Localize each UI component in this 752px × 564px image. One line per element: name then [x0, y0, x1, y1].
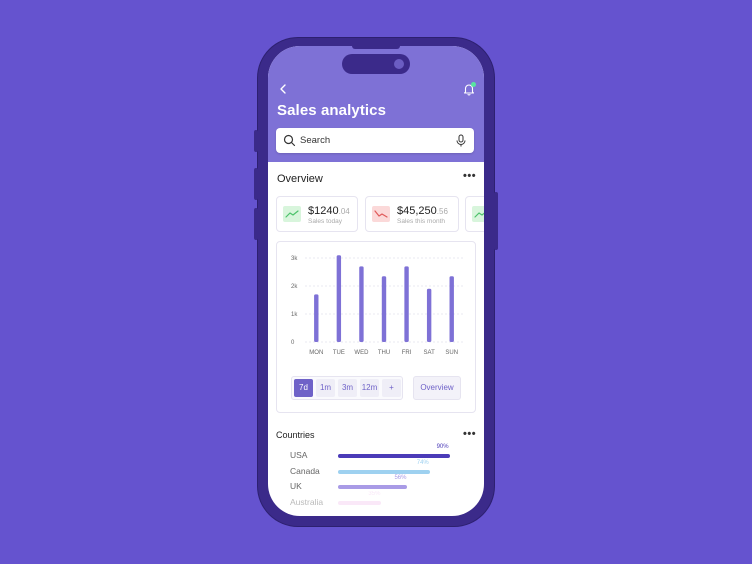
- stat-card-today[interactable]: $1240.04 Sales today: [276, 196, 358, 232]
- country-progress-bar: [338, 485, 408, 489]
- chart-bar-tue[interactable]: [336, 255, 342, 342]
- country-percent: 35%: [368, 490, 381, 497]
- range-selector: 7d 1m 3m 12m +: [291, 376, 403, 400]
- overview-button[interactable]: Overview: [413, 376, 461, 400]
- y-tick-label: 0: [291, 340, 295, 346]
- range-add-button[interactable]: +: [382, 379, 401, 397]
- chart-bar-sat[interactable]: [426, 288, 432, 342]
- page-title: Sales analytics: [277, 102, 387, 119]
- x-tick-label: THU: [378, 350, 390, 356]
- stat-label: Sales today: [308, 218, 342, 225]
- y-tick-label: 1k: [291, 312, 298, 318]
- country-row: Australia 35%: [290, 491, 470, 509]
- range-option-1m[interactable]: 1m: [316, 379, 335, 397]
- search-bar[interactable]: Search: [276, 128, 474, 153]
- trend-up-icon: [472, 206, 484, 222]
- microphone-icon[interactable]: [455, 134, 467, 147]
- country-name: Canada: [290, 465, 320, 476]
- country-percent: 56%: [394, 475, 407, 481]
- country-name: UK: [290, 481, 302, 491]
- x-tick-label: WED: [354, 350, 369, 356]
- y-tick-label: 2k: [291, 284, 298, 290]
- stat-card-month[interactable]: $45,250.56 Sales this month: [365, 196, 459, 232]
- country-percent: 90%: [436, 444, 449, 450]
- stat-label: Sales this month: [397, 218, 446, 225]
- chevron-left-icon[interactable]: [276, 82, 290, 96]
- phone-side-button: [254, 130, 258, 152]
- notification-dot: [471, 82, 476, 87]
- stat-card-partial[interactable]: [465, 196, 484, 232]
- chart-bar-sun[interactable]: [449, 276, 454, 342]
- phone-screen: Sales analytics Search Overview ••• $124…: [268, 46, 484, 516]
- country-progress-bar: [338, 500, 382, 505]
- chart-bar-wed[interactable]: [359, 266, 364, 342]
- x-tick-label: MON: [309, 350, 323, 356]
- x-tick-label: SUN: [445, 350, 458, 356]
- phone-side-button: [494, 192, 498, 250]
- country-row: USA 90%: [290, 444, 470, 462]
- camera-icon: [394, 59, 404, 69]
- stat-value: $45,250.56: [397, 205, 448, 217]
- notch: [352, 46, 400, 49]
- country-percent: 74%: [416, 459, 429, 466]
- range-option-3m[interactable]: 3m: [338, 379, 357, 397]
- more-horizontal-icon[interactable]: •••: [463, 428, 476, 440]
- country-name: USA: [290, 450, 308, 460]
- chart-bar-mon[interactable]: [314, 294, 319, 342]
- country-row: Canada 74%: [290, 460, 470, 478]
- country-progress-bar: [338, 454, 450, 458]
- more-horizontal-icon[interactable]: •••: [463, 170, 476, 182]
- chart-bar-fri[interactable]: [404, 266, 409, 342]
- range-option-7d[interactable]: 7d: [294, 379, 313, 397]
- countries-title: Countries: [276, 430, 315, 440]
- dynamic-island: [342, 54, 410, 74]
- phone-side-button: [254, 208, 258, 240]
- x-tick-label: TUE: [333, 350, 345, 356]
- sales-bar-chart: 0 1k 2k 3k MON TUE WED THU FRI SAT SUN: [291, 255, 463, 356]
- stat-value: $1240.04: [308, 205, 350, 217]
- header: Sales analytics Search: [268, 46, 484, 162]
- country-name: Australia: [290, 496, 324, 507]
- search-input[interactable]: Search: [300, 135, 330, 146]
- y-tick-label: 3k: [291, 256, 298, 262]
- chart-bar-thu[interactable]: [381, 276, 387, 342]
- trend-down-icon: [372, 206, 390, 222]
- overview-title: Overview: [277, 173, 323, 185]
- search-icon: [283, 134, 296, 147]
- sales-chart-card: 0 1k 2k 3k MON TUE WED THU FRI SAT SUN 7d 1m 3m 12…: [276, 241, 476, 413]
- country-progress-bar: [338, 469, 430, 474]
- phone-side-button: [254, 168, 258, 200]
- x-tick-label: SAT: [424, 350, 436, 356]
- trend-up-icon: [283, 206, 301, 222]
- range-option-12m[interactable]: 12m: [360, 379, 379, 397]
- x-tick-label: FRI: [402, 350, 412, 356]
